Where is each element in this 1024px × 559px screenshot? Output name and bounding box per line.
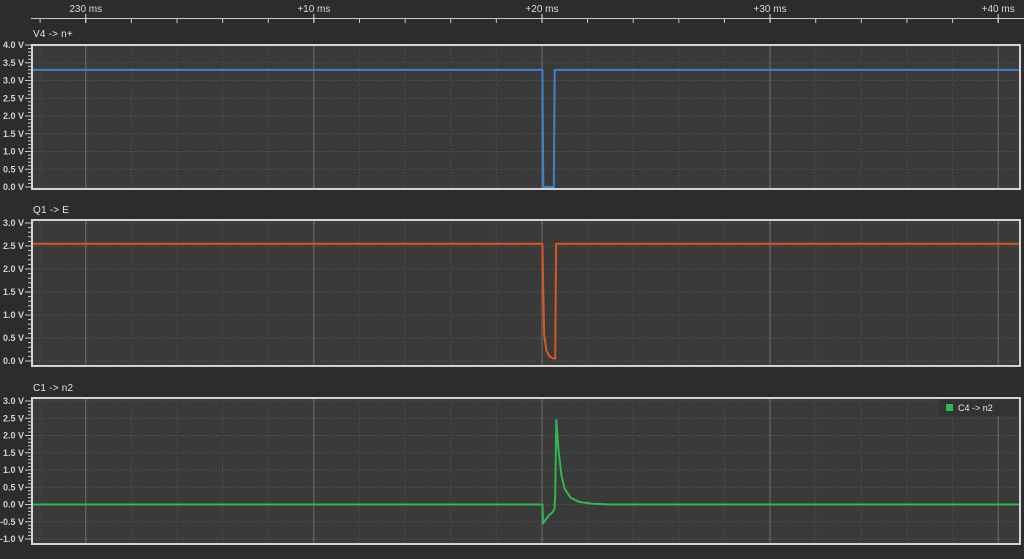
y-axis-label: 0.0 V xyxy=(3,356,24,366)
plot1-title: V4 -> n+ xyxy=(33,29,73,40)
y-axis-label: 2.5 V xyxy=(3,413,24,423)
ruler-label: +30 ms xyxy=(754,4,787,15)
y-axis-label: 3.5 V xyxy=(3,58,24,68)
y-axis-label: 0.5 V xyxy=(3,333,24,343)
scope-plot-1[interactable]: 4.0 V 3.5 V 3.0 V 2.5 V 2.0 V 1.5 V 1.0 V 0.5 V… xyxy=(3,40,1021,192)
scope-canvas[interactable]: 230 ms +10 ms +20 ms +30 ms +40 ms 4.0 V 3.5 V… xyxy=(0,0,1024,559)
scope-plot-2[interactable]: 3.0 V 2.5 V 2.0 V 1.5 V 1.0 V 0.5 V 0.0 V xyxy=(3,218,1021,367)
ruler-label: 230 ms xyxy=(69,4,102,15)
y-axis-label: -1.0 V xyxy=(0,534,24,544)
y-axis-label: 0.0 V xyxy=(3,500,24,510)
y-axis-label: 2.0 V xyxy=(3,264,24,274)
ruler-label: +20 ms xyxy=(525,4,558,15)
plot-frame xyxy=(31,219,1021,367)
legend-box[interactable]: C4 -> n2 xyxy=(939,399,1018,416)
y-axis-label: 3.0 V xyxy=(3,218,24,228)
ruler-label: +10 ms xyxy=(297,4,330,15)
y-axis-label: 4.0 V xyxy=(3,40,24,50)
plot3-title: C1 -> n2 xyxy=(33,383,74,394)
plot2-title: Q1 -> E xyxy=(33,205,70,216)
y-axis-label: 1.5 V xyxy=(3,129,24,139)
y-axis-label: 1.5 V xyxy=(3,287,24,297)
y-axis-label: 2.0 V xyxy=(3,111,24,121)
y-axis-label: 0.5 V xyxy=(3,164,24,174)
y-axis-label: 0.5 V xyxy=(3,482,24,492)
time-ruler[interactable]: 230 ms +10 ms +20 ms +30 ms +40 ms xyxy=(31,4,1024,23)
legend-label: C4 -> n2 xyxy=(958,402,993,413)
y-axis-label: 3.0 V xyxy=(3,76,24,86)
oscilloscope-screen: 230 ms +10 ms +20 ms +30 ms +40 ms 4.0 V 3.5 V… xyxy=(0,0,1024,559)
scope-plot-3[interactable]: 3.0 V 2.5 V 2.0 V 1.5 V 1.0 V 0.5 V 0.0 V -0.5 … xyxy=(0,396,1021,545)
plot-frame xyxy=(31,44,1021,190)
ruler-label: +40 ms xyxy=(982,4,1015,15)
y-axis-label: 2.5 V xyxy=(3,241,24,251)
y-axis-label: 1.0 V xyxy=(3,310,24,320)
y-axis-label: 1.5 V xyxy=(3,448,24,458)
y-axis-label: 2.0 V xyxy=(3,431,24,441)
y-axis-label: 0.0 V xyxy=(3,182,24,192)
y-axis-label: 1.0 V xyxy=(3,465,24,475)
y-axis-label: 3.0 V xyxy=(3,396,24,406)
y-axis-label: 2.5 V xyxy=(3,93,24,103)
legend-swatch-icon xyxy=(946,404,953,411)
y-axis-label: 1.0 V xyxy=(3,147,24,157)
y-axis-label: -0.5 V xyxy=(0,517,24,527)
